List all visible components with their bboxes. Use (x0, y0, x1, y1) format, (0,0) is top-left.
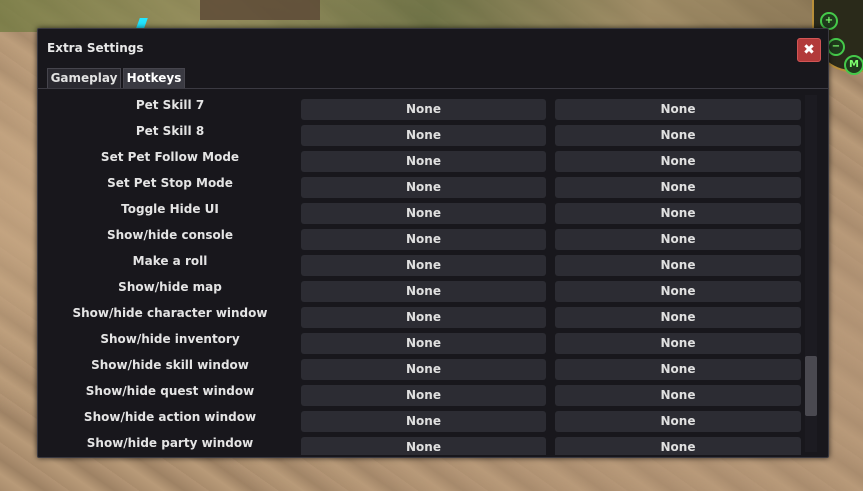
secondary-key-button[interactable]: None (555, 229, 801, 250)
primary-key-button[interactable]: None (301, 125, 546, 146)
secondary-key-button[interactable]: None (555, 203, 801, 224)
hotkey-row: Show/hide party window None None (39, 433, 827, 455)
action-label: Show/hide quest window (85, 384, 255, 398)
hotkey-row: Show/hide skill window None None (39, 355, 827, 381)
primary-key-button[interactable]: None (301, 437, 546, 455)
primary-key-button[interactable]: None (301, 177, 546, 198)
secondary-key-button[interactable]: None (555, 385, 801, 406)
hotkey-row: Toggle Hide UI None None (39, 199, 827, 225)
primary-key-button[interactable]: None (301, 151, 546, 172)
action-label: Show/hide skill window (91, 358, 249, 372)
scrollbar-thumb[interactable] (805, 356, 817, 416)
hotkey-list: Pet Skill 7 None None Pet Skill 8 None N… (39, 95, 827, 455)
hotkey-row: Show/hide console None None (39, 225, 827, 251)
secondary-key-button[interactable]: None (555, 99, 801, 120)
action-label: Show/hide map (118, 280, 222, 294)
extra-settings-dialog: Extra Settings ✖ Gameplay Hotkeys Pet Sk… (37, 28, 829, 458)
hotkey-row: Pet Skill 8 None None (39, 121, 827, 147)
action-label: Set Pet Stop Mode (107, 176, 233, 190)
secondary-key-button[interactable]: None (555, 411, 801, 432)
secondary-key-button[interactable]: None (555, 281, 801, 302)
action-label: Show/hide inventory (100, 332, 240, 346)
secondary-key-button[interactable]: None (555, 255, 801, 276)
primary-key-button[interactable]: None (301, 385, 546, 406)
secondary-key-button[interactable]: None (555, 125, 801, 146)
hotkey-row: Pet Skill 7 None None (39, 95, 827, 121)
secondary-key-button[interactable]: None (555, 151, 801, 172)
action-label: Show/hide action window (83, 410, 257, 424)
action-label: Show/hide party window (86, 436, 254, 450)
secondary-key-button[interactable]: None (555, 307, 801, 328)
hotkey-row: Show/hide map None None (39, 277, 827, 303)
secondary-key-button[interactable]: None (555, 177, 801, 198)
primary-key-button[interactable]: None (301, 203, 546, 224)
primary-key-button[interactable]: None (301, 411, 546, 432)
hotkey-row: Show/hide action window None None (39, 407, 827, 433)
secondary-key-button[interactable]: None (555, 437, 801, 455)
hotkey-row: Show/hide character window None None (39, 303, 827, 329)
scrollbar-track[interactable] (805, 95, 817, 452)
action-label: Make a roll (132, 254, 208, 268)
tab-divider (38, 88, 828, 89)
dialog-title: Extra Settings (47, 41, 144, 55)
hotkey-row: Make a roll None None (39, 251, 827, 277)
tab-hotkeys[interactable]: Hotkeys (123, 68, 185, 88)
primary-key-button[interactable]: None (301, 229, 546, 250)
action-label: Pet Skill 7 (135, 98, 205, 112)
map-m-icon[interactable]: M (844, 55, 863, 75)
zoom-out-icon[interactable]: − (827, 38, 845, 56)
primary-key-button[interactable]: None (301, 333, 546, 354)
secondary-key-button[interactable]: None (555, 333, 801, 354)
hotkey-row: Set Pet Follow Mode None None (39, 147, 827, 173)
hotkey-row: Show/hide quest window None None (39, 381, 827, 407)
close-button[interactable]: ✖ (797, 38, 821, 62)
primary-key-button[interactable]: None (301, 99, 546, 120)
hotkey-row: Set Pet Stop Mode None None (39, 173, 827, 199)
action-label: Set Pet Follow Mode (100, 150, 240, 164)
primary-key-button[interactable]: None (301, 359, 546, 380)
tab-gameplay[interactable]: Gameplay (47, 68, 121, 88)
scene-building (200, 0, 320, 20)
action-label: Toggle Hide UI (121, 202, 219, 216)
primary-key-button[interactable]: None (301, 307, 546, 328)
primary-key-button[interactable]: None (301, 281, 546, 302)
action-label: Show/hide character window (72, 306, 268, 320)
action-label: Pet Skill 8 (135, 124, 205, 138)
dialog-titlebar[interactable]: Extra Settings ✖ (38, 29, 828, 67)
secondary-key-button[interactable]: None (555, 359, 801, 380)
action-label: Show/hide console (107, 228, 233, 242)
close-icon: ✖ (803, 42, 815, 58)
hotkey-row: Show/hide inventory None None (39, 329, 827, 355)
primary-key-button[interactable]: None (301, 255, 546, 276)
